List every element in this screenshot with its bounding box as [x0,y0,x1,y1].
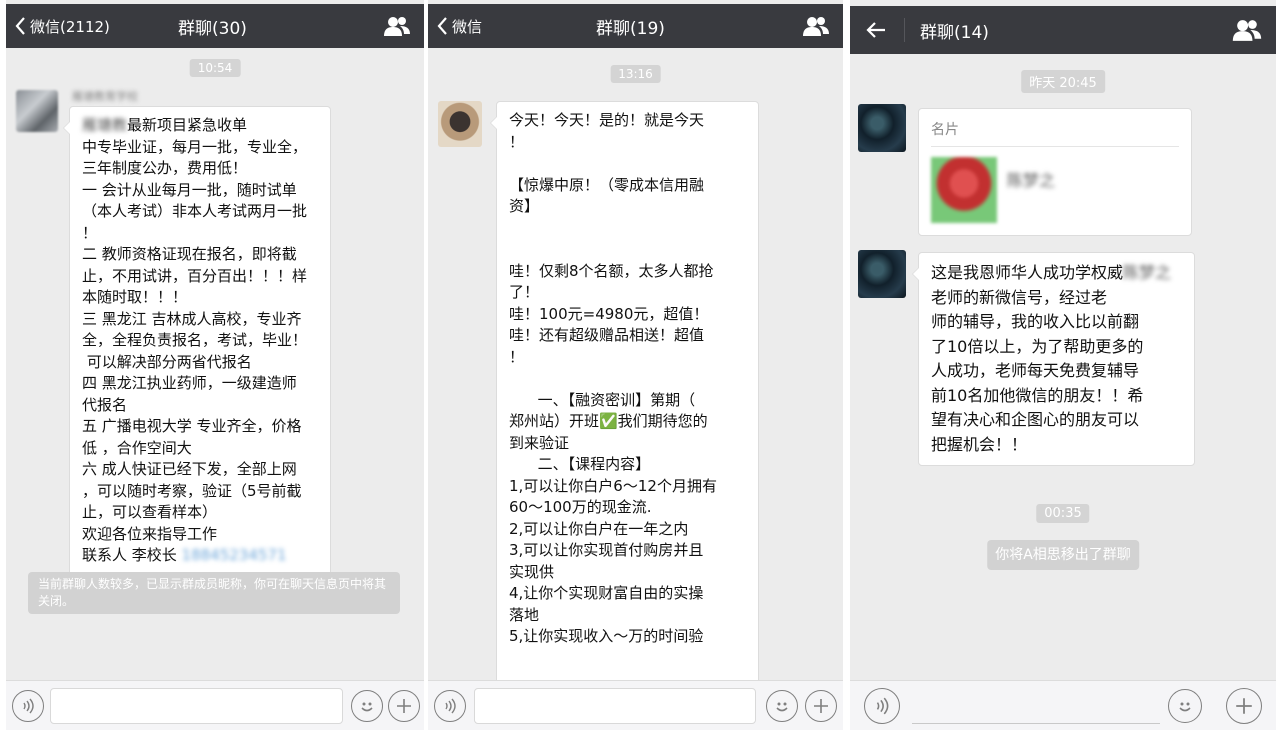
system-notice: 当前群聊人数较多，已显示群成员昵称，你可在聊天信息页中将其关闭。 [28,572,400,614]
input-bar [428,680,843,730]
message-input[interactable] [50,688,343,724]
back-label: 微信 [452,17,483,36]
plus-icon [814,699,828,713]
back-button[interactable] [866,6,890,54]
input-bar [6,680,424,730]
input-bar [850,680,1276,730]
voice-icon [23,698,34,714]
plus-icon [1236,698,1252,714]
plus-icon [397,699,411,713]
smiley-icon [776,702,788,712]
voice-button[interactable] [12,690,44,722]
nav-bar: 微信 群聊(19) [428,4,843,48]
group-members-icon[interactable] [803,15,829,37]
system-notice: 你将A相思移出了群聊 [987,540,1139,570]
more-button[interactable] [388,690,420,722]
voice-icon [876,697,889,715]
message-text: 最新项目紧急收单 中专毕业证，每月一批，专业全， 三年制度公办，费用低！ 一 会… [82,116,308,564]
timestamp: 00:35 [1036,504,1090,523]
nav-bar: 群聊(14) [850,6,1276,54]
avatar[interactable] [16,90,58,132]
avatar[interactable] [438,101,482,147]
timestamp: 13:16 [610,65,661,83]
message-list[interactable]: 13:16 今天！今天！是的！就是今天 ！ 【惊爆中原！（零成本信用融 资】 哇… [428,48,843,680]
chat-screen-1: 微信(2112) 群聊(30) 10:54 雁塘教育学校 雁塘教最新项目紧急收单… [6,0,424,730]
message-text: 老师的新微信号，经过老 师的辅导，我的收入比以前翻 了10倍以上，为了帮助更多的… [931,287,1144,454]
arrow-left-icon [866,22,885,38]
back-button[interactable]: 微信 [436,4,482,48]
emoji-button[interactable] [351,690,383,722]
contact-card[interactable]: 名片 陈梦之 [918,108,1192,236]
blurred-text: 陈梦之 [1123,263,1172,282]
smiley-icon [361,702,373,712]
sender-name: 雁塘教育学校 [72,90,138,103]
card-photo [931,157,997,223]
smiley-icon [1179,702,1191,712]
message-input[interactable] [474,688,756,724]
emoji-button[interactable] [1168,689,1202,723]
card-name: 陈梦之 [1007,171,1056,190]
message-text: 这是我恩师华人成功学权威 [931,263,1124,282]
message-bubble[interactable]: 这是我恩师华人成功学权威陈梦之老师的新微信号，经过老 师的辅导，我的收入比以前翻… [912,252,1195,466]
chat-screen-3: 群聊(14) 昨天 20:45 名片 陈梦之 这是我恩师华人成功学权威陈梦之老师… [850,0,1276,730]
chat-title: 群聊(14) [920,22,989,43]
back-label: 微信(2112) [30,17,110,36]
voice-icon [445,698,456,714]
message-text: 今天！今天！是的！就是今天 ！ 【惊爆中原！（零成本信用融 资】 哇！仅剩8个名… [509,111,717,645]
group-members-icon[interactable] [384,15,410,37]
group-members-icon[interactable] [1232,18,1262,42]
avatar[interactable] [858,250,906,298]
voice-button[interactable] [434,690,466,722]
blurred-text: 雁塘教 [82,116,128,134]
message-list[interactable]: 10:54 雁塘教育学校 雁塘教最新项目紧急收单 中专毕业证，每月一批，专业全，… [6,48,424,680]
timestamp: 昨天 20:45 [1021,70,1105,93]
back-button[interactable]: 微信(2112) [14,4,110,48]
chevron-left-icon [15,17,25,35]
message-list[interactable]: 昨天 20:45 名片 陈梦之 这是我恩师华人成功学权威陈梦之老师的新微信号，经… [850,54,1276,680]
message-input[interactable] [912,688,1160,724]
message-bubble[interactable]: 今天！今天！是的！就是今天 ！ 【惊爆中原！（零成本信用融 资】 哇！仅剩8个名… [490,101,759,680]
chevron-left-icon [437,17,447,35]
message-bubble[interactable]: 雁塘教最新项目紧急收单 中专毕业证，每月一批，专业全， 三年制度公办，费用低！ … [63,106,331,576]
card-divider [931,146,1179,147]
emoji-button[interactable] [766,690,798,722]
chat-title: 群聊(30) [178,18,247,39]
chat-title: 群聊(19) [596,18,665,39]
blurred-phone: 18845234571 [181,546,287,564]
chat-screen-2: 微信 群聊(19) 13:16 今天！今天！是的！就是今天 ！ 【惊爆中原！（零… [428,0,843,730]
nav-bar: 微信(2112) 群聊(30) [6,4,424,48]
timestamp: 10:54 [189,59,241,77]
avatar[interactable] [858,104,906,152]
more-button[interactable] [1226,688,1262,724]
more-button[interactable] [805,690,837,722]
header-divider [904,18,905,42]
voice-button[interactable] [864,688,900,724]
card-label: 名片 [931,122,959,138]
